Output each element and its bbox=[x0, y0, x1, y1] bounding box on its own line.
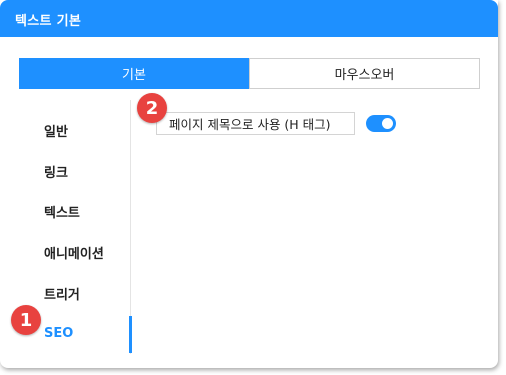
step-badge-2: 2 bbox=[137, 93, 167, 123]
heading-tag-toggle[interactable] bbox=[366, 115, 396, 132]
step-badge-1: 1 bbox=[11, 305, 41, 335]
sidebar-item-general[interactable]: 일반 bbox=[44, 121, 68, 140]
sidebar-item-link[interactable]: 링크 bbox=[44, 162, 68, 181]
sidebar-item-animation[interactable]: 애니메이션 bbox=[44, 243, 104, 262]
tab-bar: 기본 마우스오버 bbox=[19, 58, 480, 89]
text-settings-panel: 텍스트 기본 기본 마우스오버 일반 링크 텍스트 애니메이션 트리거 SEO … bbox=[0, 0, 498, 368]
panel-title: 텍스트 기본 bbox=[15, 14, 82, 29]
sidebar-item-text[interactable]: 텍스트 bbox=[44, 202, 80, 221]
toggle-knob bbox=[382, 118, 393, 129]
heading-tag-option-label: 페이지 제목으로 사용 (H 태그) bbox=[156, 112, 355, 135]
sidebar-item-seo[interactable]: SEO bbox=[44, 326, 73, 341]
sidebar-item-trigger[interactable]: 트리거 bbox=[44, 284, 80, 303]
tab-basic[interactable]: 기본 bbox=[19, 58, 249, 89]
tab-mouseover[interactable]: 마우스오버 bbox=[249, 58, 480, 89]
panel-header: 텍스트 기본 bbox=[0, 0, 498, 37]
